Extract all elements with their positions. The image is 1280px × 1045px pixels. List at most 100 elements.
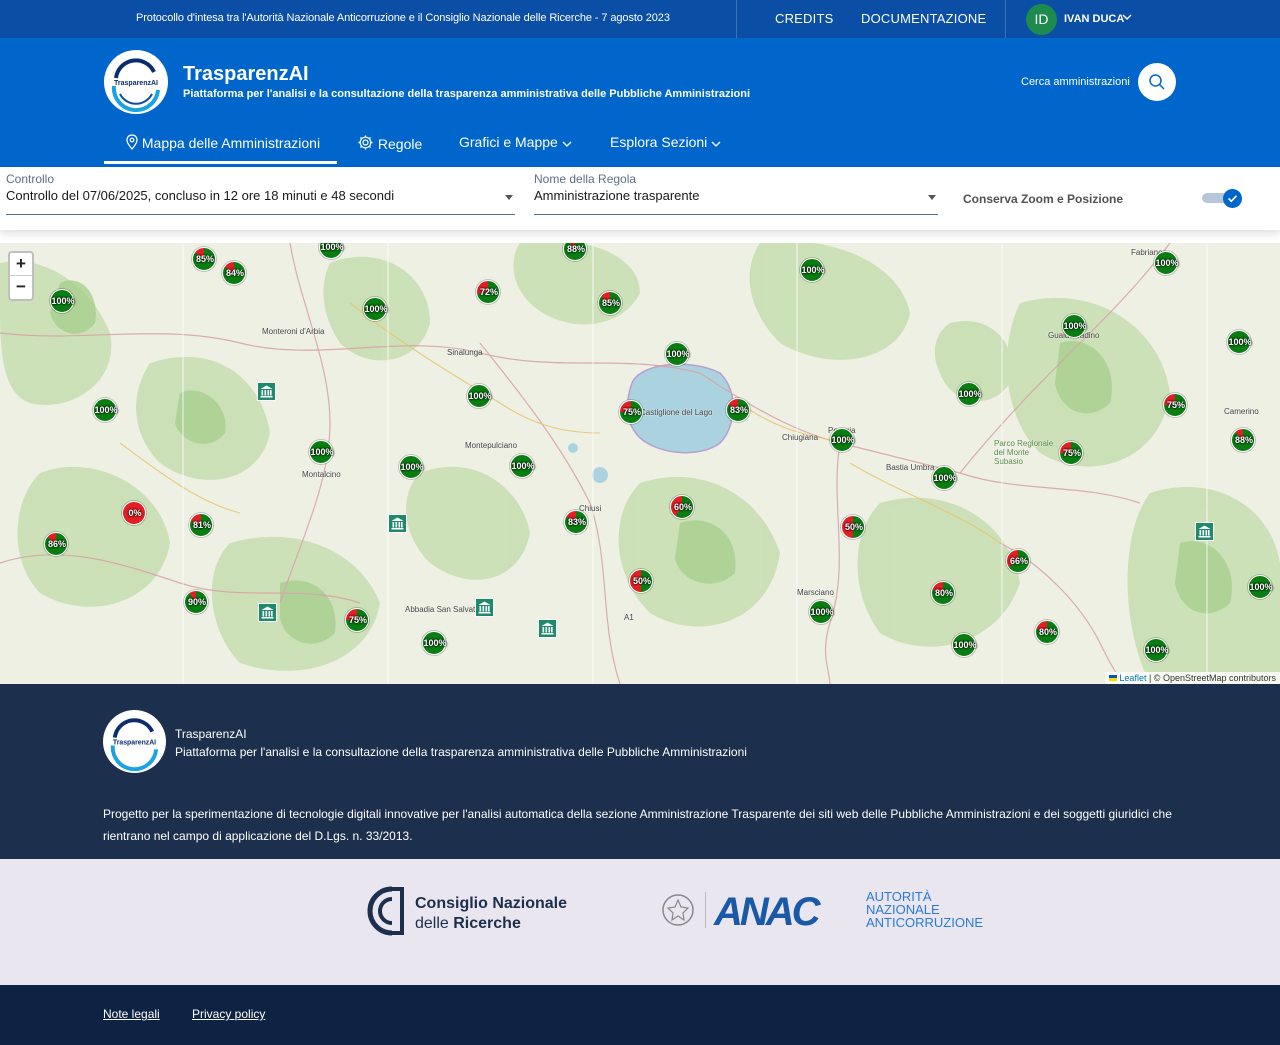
- zoom-out-button[interactable]: −: [10, 276, 32, 299]
- footer: TrasparenzAI TrasparenzAI Piattaforma pe…: [0, 684, 1280, 859]
- avatar[interactable]: ID: [1026, 4, 1057, 35]
- compliance-marker[interactable]: 100%: [1154, 251, 1179, 275]
- public-building-icon[interactable]: [257, 382, 276, 401]
- leaflet-link[interactable]: Leaflet: [1119, 673, 1146, 683]
- marker-label: 75%: [1062, 448, 1081, 458]
- compliance-marker[interactable]: 60%: [670, 495, 694, 519]
- public-building-icon[interactable]: [1195, 522, 1214, 541]
- marker-label: 60%: [673, 502, 692, 512]
- public-building-icon[interactable]: [475, 598, 494, 617]
- caret-down-icon[interactable]: [505, 195, 513, 200]
- trasparenzai-logo[interactable]: TrasparenzAI: [104, 50, 168, 114]
- public-building-icon[interactable]: [388, 514, 407, 533]
- compliance-marker[interactable]: 100%: [665, 342, 690, 366]
- compliance-marker[interactable]: 100%: [952, 633, 977, 657]
- nav-esplora[interactable]: Esplora Sezioni: [610, 134, 721, 150]
- compliance-marker[interactable]: 100%: [363, 297, 388, 321]
- svg-text:ANTICORRUZIONE: ANTICORRUZIONE: [866, 915, 983, 930]
- compliance-marker[interactable]: 100%: [399, 455, 424, 479]
- nav-grafici[interactable]: Grafici e Mappe: [459, 134, 572, 150]
- map-attribution: Leaflet | © OpenStreetMap contributors: [1104, 672, 1280, 684]
- cnr-logo[interactable]: Consiglio Nazionale delle Ricerche: [362, 885, 577, 937]
- compliance-marker[interactable]: 100%: [1062, 314, 1087, 338]
- compliance-marker[interactable]: 80%: [931, 581, 955, 605]
- nav-mappa[interactable]: Mappa delle Amministrazioni: [126, 134, 320, 151]
- documentation-link[interactable]: DOCUMENTAZIONE: [861, 11, 986, 26]
- check-icon: [1227, 195, 1238, 203]
- marker-label: 88%: [1234, 435, 1253, 445]
- legal-notes-link[interactable]: Note legali: [103, 1007, 160, 1021]
- nav-grafici-label: Grafici e Mappe: [459, 134, 558, 150]
- privacy-policy-link[interactable]: Privacy policy: [192, 1007, 265, 1021]
- compliance-marker[interactable]: 100%: [93, 398, 118, 422]
- marker-label: 100%: [810, 607, 834, 617]
- compliance-marker[interactable]: 100%: [510, 454, 535, 478]
- controllo-value[interactable]: Controllo del 07/06/2025, concluso in 12…: [6, 188, 394, 203]
- regola-value[interactable]: Amministrazione trasparente: [534, 188, 699, 203]
- compliance-marker[interactable]: 75%: [345, 608, 369, 632]
- place-label: Montalcino: [302, 470, 341, 479]
- regola-select[interactable]: Nome della Regola Amministrazione traspa…: [534, 171, 938, 215]
- public-building-icon[interactable]: [258, 603, 277, 622]
- compliance-marker[interactable]: 0%: [122, 501, 146, 525]
- map-pin-icon: [126, 134, 138, 150]
- regola-label: Nome della Regola: [534, 172, 637, 186]
- compliance-marker[interactable]: 100%: [1144, 638, 1169, 662]
- controllo-select[interactable]: Controllo Controllo del 07/06/2025, conc…: [6, 171, 515, 215]
- anac-logo[interactable]: ANAC AUTORITÀ NAZIONALE ANTICORRUZIONE: [658, 888, 993, 933]
- compliance-marker[interactable]: 50%: [629, 569, 653, 593]
- marker-label: 50%: [844, 522, 863, 532]
- marker-label: 100%: [801, 265, 825, 275]
- compliance-marker[interactable]: 100%: [957, 382, 982, 406]
- compliance-marker[interactable]: 75%: [619, 400, 643, 424]
- compliance-marker[interactable]: 88%: [1231, 428, 1255, 452]
- compliance-marker[interactable]: 90%: [184, 590, 208, 614]
- compliance-marker[interactable]: 100%: [50, 289, 75, 313]
- compliance-marker[interactable]: 72%: [476, 280, 500, 304]
- compliance-marker[interactable]: 83%: [726, 398, 750, 422]
- caret-down-icon[interactable]: [928, 195, 936, 200]
- marker-label: 85%: [195, 254, 214, 264]
- footer-title: TrasparenzAI: [175, 727, 247, 741]
- compliance-marker[interactable]: 100%: [422, 631, 447, 655]
- keep-zoom-toggle[interactable]: [1202, 189, 1242, 208]
- zoom-in-button[interactable]: +: [10, 253, 32, 276]
- compliance-marker[interactable]: 100%: [467, 384, 492, 408]
- compliance-marker[interactable]: 86%: [44, 532, 68, 556]
- nav-regole[interactable]: Regole: [357, 134, 422, 152]
- compliance-marker[interactable]: 100%: [1227, 330, 1252, 354]
- marker-label: 100%: [400, 462, 424, 472]
- compliance-marker[interactable]: 100%: [932, 466, 957, 490]
- compliance-marker[interactable]: 100%: [809, 600, 834, 624]
- marker-label: 100%: [310, 447, 334, 457]
- marker-label: 90%: [187, 597, 206, 607]
- map[interactable]: + − Montepulciano Montalcino Sinalunga Chiu…: [0, 243, 1280, 684]
- marker-label: 83%: [729, 405, 748, 415]
- toggle-knob: [1223, 189, 1242, 208]
- compliance-marker[interactable]: 100%: [1248, 575, 1273, 599]
- nav-esplora-label: Esplora Sezioni: [610, 134, 708, 150]
- compliance-marker[interactable]: 75%: [1163, 393, 1187, 417]
- compliance-marker[interactable]: 100%: [830, 428, 855, 452]
- chevron-down-icon[interactable]: [1122, 11, 1132, 23]
- compliance-marker[interactable]: 66%: [1006, 549, 1030, 573]
- public-building-icon[interactable]: [538, 619, 557, 638]
- marker-label: 75%: [1166, 400, 1185, 410]
- marker-label: 100%: [1228, 337, 1252, 347]
- compliance-marker[interactable]: 100%: [800, 258, 825, 282]
- compliance-marker[interactable]: 85%: [598, 291, 622, 315]
- credits-link[interactable]: CREDITS: [775, 11, 833, 26]
- nav-active-indicator: [104, 161, 337, 164]
- search-button[interactable]: [1138, 63, 1176, 101]
- compliance-marker[interactable]: 80%: [1035, 620, 1059, 644]
- user-menu[interactable]: IVAN DUCA: [1064, 13, 1124, 25]
- brand-title[interactable]: TrasparenzAI: [183, 63, 309, 86]
- compliance-marker[interactable]: 50%: [841, 515, 865, 539]
- marker-label: 84%: [225, 268, 244, 278]
- compliance-marker[interactable]: 100%: [309, 440, 334, 464]
- compliance-marker[interactable]: 84%: [222, 261, 246, 285]
- compliance-marker[interactable]: 81%: [189, 513, 213, 537]
- marker-label: 100%: [423, 638, 447, 648]
- compliance-marker[interactable]: 75%: [1059, 441, 1083, 465]
- compliance-marker[interactable]: 83%: [564, 510, 588, 534]
